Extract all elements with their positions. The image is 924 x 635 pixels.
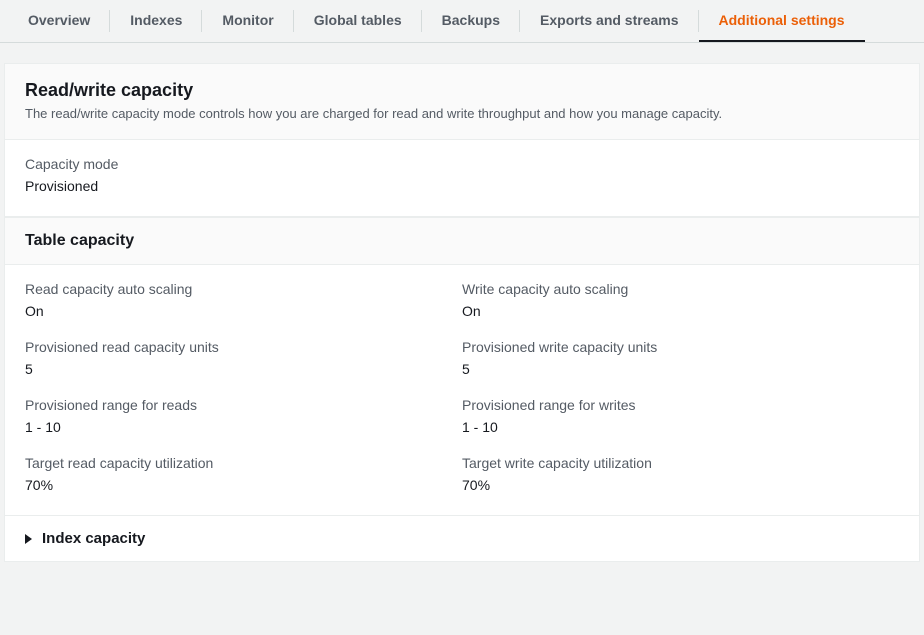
read-range-label: Provisioned range for reads: [25, 397, 462, 413]
read-auto-scaling-value: On: [25, 303, 462, 319]
read-target-value: 70%: [25, 477, 462, 493]
write-auto-scaling-label: Write capacity auto scaling: [462, 281, 899, 297]
tab-additional-settings[interactable]: Additional settings: [699, 0, 865, 42]
tab-backups[interactable]: Backups: [422, 0, 520, 42]
table-capacity-section: Read capacity auto scaling On Provisione…: [5, 265, 919, 515]
tab-global-tables[interactable]: Global tables: [294, 0, 422, 42]
index-capacity-title: Index capacity: [42, 530, 145, 547]
table-capacity-title: Table capacity: [5, 217, 919, 265]
tab-bar: Overview Indexes Monitor Global tables B…: [0, 0, 924, 43]
write-target-label: Target write capacity utilization: [462, 455, 899, 471]
write-provisioned-units-label: Provisioned write capacity units: [462, 339, 899, 355]
capacity-mode-section: Capacity mode Provisioned: [5, 140, 919, 217]
tab-exports-streams[interactable]: Exports and streams: [520, 0, 699, 42]
read-target-label: Target read capacity utilization: [25, 455, 462, 471]
write-auto-scaling-value: On: [462, 303, 899, 319]
capacity-mode-value: Provisioned: [25, 178, 899, 194]
read-provisioned-units-label: Provisioned read capacity units: [25, 339, 462, 355]
card-subtitle: The read/write capacity mode controls ho…: [25, 105, 899, 123]
write-target-value: 70%: [462, 477, 899, 493]
tab-overview[interactable]: Overview: [8, 0, 110, 42]
card-title: Read/write capacity: [25, 80, 899, 101]
read-range-value: 1 - 10: [25, 419, 462, 435]
caret-right-icon: [25, 534, 32, 544]
capacity-mode-label: Capacity mode: [25, 156, 899, 172]
read-write-capacity-card: Read/write capacity The read/write capac…: [4, 63, 920, 562]
content-area: Read/write capacity The read/write capac…: [0, 43, 924, 562]
read-capacity-column: Read capacity auto scaling On Provisione…: [25, 281, 462, 493]
write-capacity-column: Write capacity auto scaling On Provision…: [462, 281, 899, 493]
read-auto-scaling-label: Read capacity auto scaling: [25, 281, 462, 297]
card-header: Read/write capacity The read/write capac…: [5, 64, 919, 140]
tab-indexes[interactable]: Indexes: [110, 0, 202, 42]
write-range-value: 1 - 10: [462, 419, 899, 435]
index-capacity-expander[interactable]: Index capacity: [5, 515, 919, 561]
write-provisioned-units-value: 5: [462, 361, 899, 377]
write-range-label: Provisioned range for writes: [462, 397, 899, 413]
read-provisioned-units-value: 5: [25, 361, 462, 377]
tab-monitor[interactable]: Monitor: [202, 0, 293, 42]
